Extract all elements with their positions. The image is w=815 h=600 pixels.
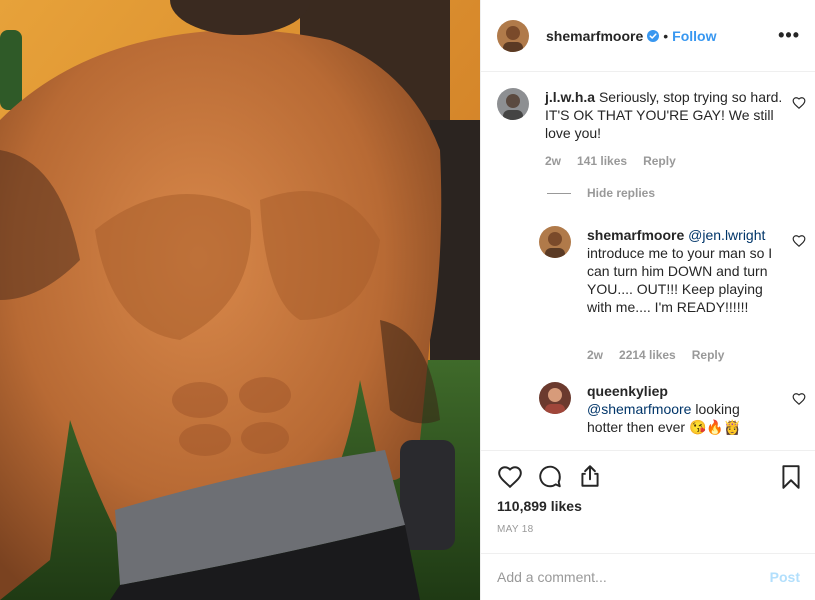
- likes-count[interactable]: 110,899 likes: [497, 498, 582, 514]
- commenter-username[interactable]: j.l.w.h.a: [545, 89, 595, 105]
- comments-list[interactable]: j.l.w.h.a Seriously, stop trying so hard…: [481, 72, 815, 450]
- comment-emoji: 😘🔥👸: [688, 419, 742, 435]
- comment-meta: 2w 141 likes Reply: [545, 154, 676, 168]
- reply-item: shemarfmoore @jen.lwright introduce me t…: [539, 226, 806, 376]
- commenter-avatar[interactable]: [539, 382, 571, 414]
- more-options-button[interactable]: •••: [778, 26, 800, 44]
- author-avatar[interactable]: [497, 19, 529, 52]
- comment-bubble-icon[interactable]: [537, 464, 563, 490]
- comment-likes[interactable]: 2214 likes: [619, 348, 676, 362]
- post-photo[interactable]: [0, 0, 480, 600]
- share-icon[interactable]: [577, 463, 603, 489]
- comment-likes[interactable]: 141 likes: [577, 154, 627, 168]
- comment-item: j.l.w.h.a Seriously, stop trying so hard…: [497, 88, 806, 198]
- post-side-panel: shemarfmoore • Follow ••• j.l.w.h.a Seri…: [480, 0, 815, 600]
- reply-button[interactable]: Reply: [692, 348, 725, 362]
- comment-like-heart-icon[interactable]: [792, 392, 806, 406]
- comment-text: shemarfmoore @jen.lwright introduce me t…: [587, 226, 779, 316]
- comment-mention[interactable]: @shemarfmoore: [587, 401, 691, 417]
- comment-time[interactable]: 2w: [545, 154, 561, 168]
- comment-text: queenkyliep @shemarfmoore looking hotter…: [587, 382, 779, 436]
- add-comment-bar: Post: [481, 553, 815, 600]
- comment-like-heart-icon[interactable]: [792, 234, 806, 248]
- reply-button[interactable]: Reply: [643, 154, 676, 168]
- hide-replies-label: Hide replies: [587, 186, 656, 200]
- commenter-avatar[interactable]: [497, 88, 529, 120]
- hide-replies-toggle[interactable]: Hide replies: [547, 186, 655, 200]
- bookmark-icon[interactable]: [778, 464, 804, 490]
- commenter-username[interactable]: queenkyliep: [587, 383, 668, 399]
- comment-item: queenkyliep @shemarfmoore looking hotter…: [539, 382, 806, 450]
- comment-meta: 2w 2214 likes Reply: [587, 348, 724, 362]
- comment-mention[interactable]: @jen.lwright: [688, 227, 765, 243]
- commenter-username[interactable]: shemarfmoore: [587, 227, 684, 243]
- comment-time[interactable]: 2w: [587, 348, 603, 362]
- post-header: shemarfmoore • Follow •••: [481, 0, 815, 72]
- add-comment-input[interactable]: [497, 569, 770, 585]
- post-date[interactable]: MAY 18: [497, 524, 533, 535]
- post-actions: 110,899 likes MAY 18: [481, 450, 815, 553]
- comment-like-heart-icon[interactable]: [792, 96, 806, 110]
- author-username[interactable]: shemarfmoore: [546, 28, 643, 44]
- verified-badge-icon: [647, 29, 660, 42]
- like-heart-icon[interactable]: [497, 464, 523, 490]
- follow-button[interactable]: Follow: [672, 28, 716, 44]
- comment-text: j.l.w.h.a Seriously, stop trying so hard…: [545, 88, 785, 142]
- commenter-avatar[interactable]: [539, 226, 571, 258]
- separator-dot: •: [663, 27, 669, 44]
- photo-illustration: [0, 0, 480, 600]
- hide-replies-line: [547, 192, 571, 194]
- comment-body: introduce me to your man so I can turn h…: [587, 245, 773, 315]
- post-comment-button[interactable]: Post: [770, 569, 800, 585]
